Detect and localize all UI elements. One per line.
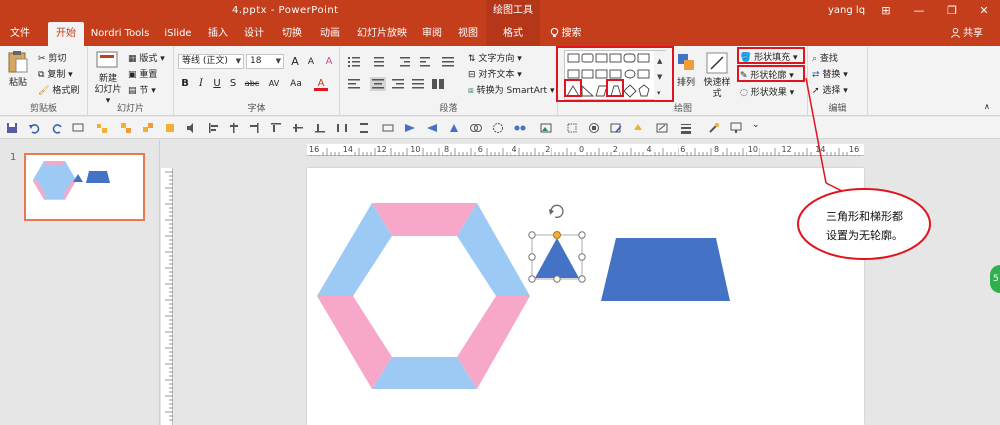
annotation-callout-text: 三角形和梯形都设置为无轮廓。 xyxy=(826,210,903,242)
side-badge[interactable]: 5 xyxy=(990,265,1000,293)
